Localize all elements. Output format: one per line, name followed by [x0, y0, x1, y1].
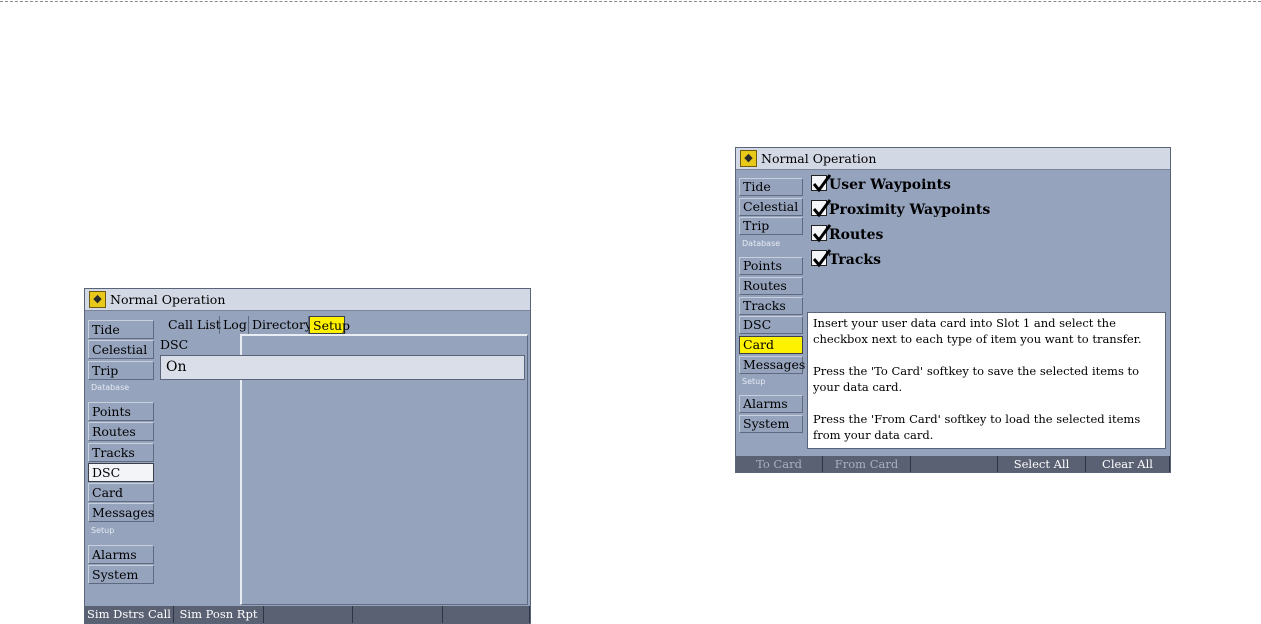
sidebar-item-points[interactable]: Points — [88, 401, 154, 421]
sidebar-item-celestial[interactable]: Celestial — [739, 197, 803, 216]
softkey-sim-dstrs-call[interactable]: Sim Dstrs Call — [85, 606, 174, 623]
sidebar-item-label: Tide — [92, 322, 120, 337]
checkbox-row-tracks[interactable]: Tracks — [811, 249, 881, 272]
softkey-blank-3[interactable] — [911, 456, 998, 472]
sidebar-item-dsc[interactable]: DSC — [88, 462, 154, 482]
softkey-select-all[interactable]: Select All — [998, 456, 1086, 472]
sidebar-item-label: DSC — [92, 464, 121, 480]
checkmark-icon — [812, 174, 832, 193]
softkey-blank-5[interactable] — [443, 606, 530, 623]
instruction-paragraph: Insert your user data card into Slot 1 a… — [813, 316, 1142, 346]
window-title: Normal Operation — [110, 292, 226, 307]
sidebar-item-label: Points — [92, 403, 131, 419]
checkbox-routes[interactable] — [811, 224, 832, 243]
checkbox-row-proximity-waypoints[interactable]: Proximity Waypoints — [811, 199, 991, 222]
checkbox-user-waypoints[interactable] — [811, 174, 832, 193]
sidebar-item-label: Tracks — [92, 444, 135, 460]
sidebar-item-system[interactable]: System — [88, 565, 154, 584]
sidebar-header-setup: Setup — [742, 377, 766, 387]
sidebar-item-label: Card — [743, 336, 774, 352]
sidebar-item-label: Tracks — [743, 297, 786, 313]
checkbox-label: User Waypoints — [829, 177, 951, 193]
softkey-sim-posn-rpt[interactable]: Sim Posn Rpt — [174, 606, 264, 623]
checkbox-label: Proximity Waypoints — [829, 202, 991, 218]
checkbox-label: Tracks — [829, 252, 881, 268]
dsc-value-field[interactable]: On — [160, 355, 525, 380]
sidebar-item-label: Points — [743, 258, 782, 274]
sidebar-header-setup: Setup — [91, 525, 115, 535]
gps-compass-icon: ◆ — [740, 150, 757, 167]
sidebar-item-label: Celestial — [743, 198, 799, 214]
checkbox-label: Routes — [829, 227, 884, 243]
sidebar-item-tide[interactable]: Tide — [739, 178, 803, 196]
softkey-bar: Sim Dstrs Call Sim Posn Rpt — [85, 606, 530, 623]
dsc-value: On — [166, 359, 187, 375]
instruction-paragraph: Press the 'To Card' softkey to save the … — [813, 364, 1140, 394]
checkbox-tracks[interactable] — [811, 249, 832, 268]
checkmark-icon — [812, 249, 832, 268]
sidebar-item-system[interactable]: System — [739, 415, 803, 433]
sidebar-item-celestial[interactable]: Celestial — [88, 340, 154, 360]
sidebar-item-messages[interactable]: Messages — [739, 355, 806, 374]
sidebar-item-label: Card — [92, 485, 123, 501]
sidebar-item-card[interactable]: Card — [88, 483, 154, 503]
sidebar-item-label: Messages — [743, 356, 806, 372]
softkey-bar: To Card From Card Select All Clear All — [736, 456, 1170, 472]
sidebar-item-alarms[interactable]: Alarms — [739, 395, 803, 414]
sidebar-item-label: Alarms — [743, 396, 788, 412]
section-label: DSC — [160, 337, 189, 352]
instruction-paragraph: Press the 'From Card' softkey to load th… — [813, 412, 1141, 442]
softkey-clear-all[interactable]: Clear All — [1086, 456, 1170, 472]
sidebar-item-routes[interactable]: Routes — [739, 276, 803, 295]
page-top-rule — [0, 1, 1261, 2]
sidebar-item-tracks[interactable]: Tracks — [88, 442, 154, 462]
sidebar-item-tracks[interactable]: Tracks — [739, 296, 803, 315]
sidebar-item-label: Celestial — [92, 342, 148, 358]
sidebar-item-label: Alarms — [92, 546, 137, 562]
checkmark-icon — [812, 224, 832, 243]
sidebar-header-database: Database — [91, 382, 130, 392]
sidebar-item-label: System — [743, 416, 790, 431]
sidebar-item-dsc[interactable]: DSC — [739, 316, 803, 335]
instructions-box: Insert your user data card into Slot 1 a… — [807, 312, 1166, 449]
normal-operation-screen-dsc: ◆ Normal Operation Tide Celestial Trip Data… — [84, 288, 531, 624]
sidebar-item-label: Trip — [92, 362, 119, 378]
sidebar-item-tide[interactable]: Tide — [88, 320, 154, 339]
sidebar-item-points[interactable]: Points — [739, 257, 803, 276]
tab-call-list[interactable]: Call List — [165, 316, 221, 334]
sidebar-item-card[interactable]: Card — [739, 335, 803, 354]
softkey-to-card[interactable]: To Card — [736, 456, 823, 472]
sidebar-item-trip[interactable]: Trip — [739, 217, 803, 236]
checkbox-proximity-waypoints[interactable] — [811, 199, 832, 218]
sidebar-item-label: Tide — [743, 179, 771, 194]
softkey-blank-3[interactable] — [264, 606, 353, 623]
gps-compass-icon: ◆ — [89, 291, 106, 308]
sidebar-item-label: Routes — [92, 424, 136, 440]
checkbox-row-user-waypoints[interactable]: User Waypoints — [811, 174, 951, 197]
sidebar-item-alarms[interactable]: Alarms — [88, 544, 154, 564]
checkbox-row-routes[interactable]: Routes — [811, 224, 884, 247]
sidebar-item-label: DSC — [743, 317, 772, 333]
sidebar-item-label: System — [92, 567, 139, 582]
sidebar-header-database: Database — [742, 239, 781, 249]
sidebar-item-label: Messages — [92, 505, 155, 521]
sidebar-item-label: Trip — [743, 218, 770, 234]
checkmark-icon — [812, 199, 832, 218]
sidebar-item-trip[interactable]: Trip — [88, 360, 154, 380]
tab-directory[interactable]: Directory — [249, 316, 312, 334]
window-titlebar: ◆ Normal Operation — [736, 148, 1170, 170]
tab-log[interactable]: Log — [220, 316, 249, 334]
window-title: Normal Operation — [761, 151, 877, 166]
transfer-checklist: User Waypoints Proximity Waypoints Routes T… — [802, 172, 1162, 312]
sidebar-item-routes[interactable]: Routes — [88, 422, 154, 442]
sidebar-item-label: Routes — [743, 277, 787, 293]
tab-setup[interactable]: Setup — [309, 316, 350, 334]
window-titlebar: ◆ Normal Operation — [85, 289, 530, 311]
normal-operation-screen-card: ◆ Normal Operation Tide Celestial Trip Data… — [735, 147, 1171, 473]
softkey-from-card[interactable]: From Card — [823, 456, 911, 472]
sidebar-item-messages[interactable]: Messages — [88, 503, 155, 523]
softkey-blank-4[interactable] — [353, 606, 443, 623]
